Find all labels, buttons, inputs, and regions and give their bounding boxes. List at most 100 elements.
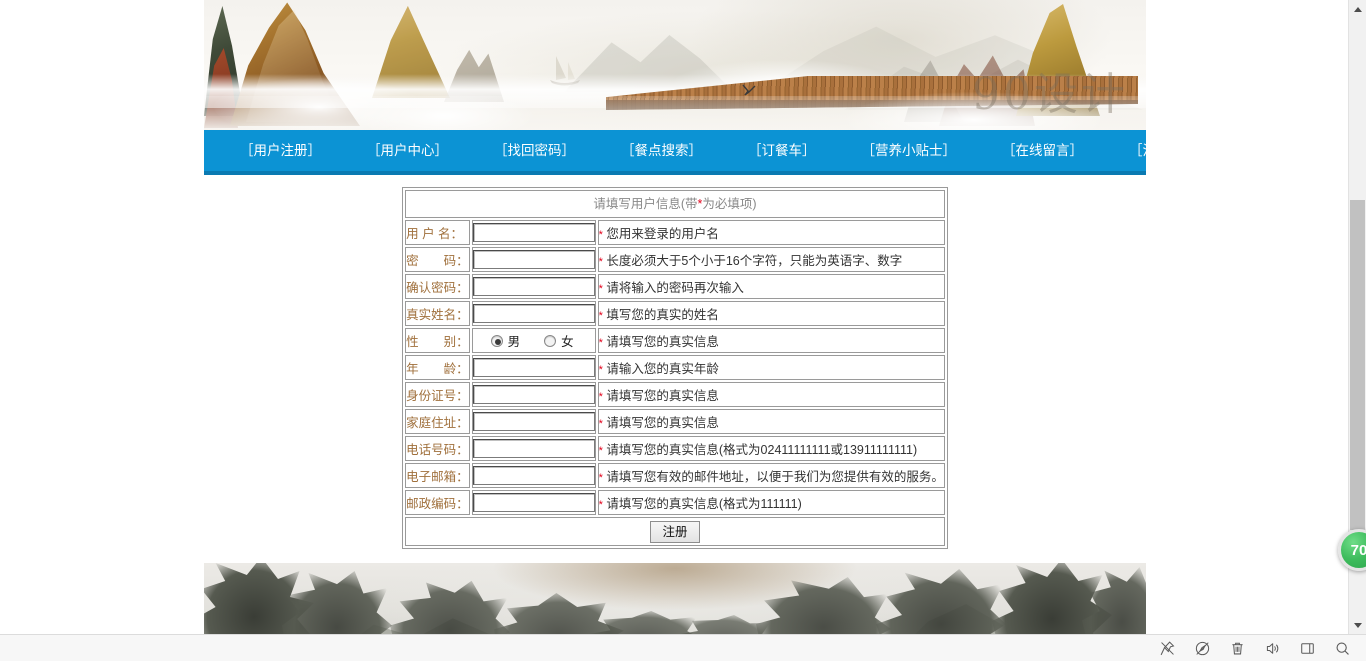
field-cell-password (471, 247, 596, 272)
hint-text: 请输入您的真实年龄 (606, 362, 719, 376)
banner-watermark: 90设计 (972, 69, 1128, 120)
scrollbar-thumb[interactable] (1350, 200, 1365, 530)
hint-text: 请填写您的真实信息(格式为111111) (606, 497, 802, 511)
form-row-age: 年 龄： * 请输入您的真实年龄 (405, 355, 945, 380)
system-taskbar (0, 634, 1366, 661)
table-header-row: 请填写用户信息(带*为必填项) (405, 190, 945, 218)
required-star: * (598, 391, 603, 403)
label-phone-number: 电话号码： (405, 436, 470, 461)
required-star: * (598, 256, 603, 268)
hint-email: * 请填写您有效的邮件地址，以便于我们为您提供有效的服务。 (597, 463, 945, 488)
home-address-input[interactable] (472, 412, 595, 431)
chevron-up-icon (1354, 6, 1362, 12)
gender-radio-group: 男女 (473, 330, 595, 351)
email-input[interactable] (472, 466, 595, 485)
form-row-email: 电子邮箱： * 请填写您有效的邮件地址，以便于我们为您提供有效的服务。 (405, 463, 945, 488)
gender-option-label: 女 (561, 335, 574, 349)
hint-text: 请填写您的真实信息 (606, 389, 719, 403)
hint-text: 您用来登录的用户名 (606, 227, 719, 241)
label-real-name: 真实姓名： (405, 301, 470, 326)
label-home-address: 家庭住址： (405, 409, 470, 434)
required-star: * (598, 283, 603, 295)
pin-icon[interactable] (1150, 635, 1185, 661)
footer-artwork (204, 563, 1146, 634)
label-password: 密 码： (405, 247, 470, 272)
gender-option-0[interactable]: 男 (490, 331, 521, 350)
nav-retrieve-password[interactable]: ［找回密码］ (471, 130, 598, 171)
hint-text: 长度必须大于5个小于16个字符，只能为英语字、数字 (606, 254, 903, 268)
hint-id-number: * 请填写您的真实信息 (597, 382, 945, 407)
form-row-id-number: 身份证号： * 请填写您的真实信息 (405, 382, 945, 407)
postal-code-input[interactable] (472, 493, 595, 512)
gender-option-1[interactable]: 女 (544, 331, 574, 350)
nav-user-center[interactable]: ［用户中心］ (344, 130, 471, 171)
gender-option-label: 男 (507, 335, 521, 349)
required-star: * (598, 364, 603, 376)
password-input[interactable] (472, 250, 595, 269)
screen: 90设计 ［首页］ ［用户注册］ ［用户中心］ ［找回密码］ ［餐点搜索］ ［订餐车］ ［营… (0, 0, 1366, 661)
bird-icon (742, 84, 756, 96)
hint-postal-code: * 请填写您的真实信息(格式为111111) (597, 490, 945, 515)
chevron-down-icon (1354, 622, 1362, 628)
main-navigation: ［首页］ ［用户注册］ ［用户中心］ ［找回密码］ ［餐点搜索］ ［订餐车］ ［营养小贴士］… (140, 130, 1210, 175)
age-input[interactable] (472, 358, 595, 377)
hint-text: 请填写您的真实信息 (606, 416, 719, 430)
username-input[interactable] (472, 223, 595, 242)
phone-number-input[interactable] (472, 439, 595, 458)
scroll-down-button[interactable] (1349, 616, 1366, 634)
field-cell-confirm-password (471, 274, 596, 299)
trash-icon[interactable] (1220, 635, 1255, 661)
hint-phone-number: * 请填写您的真实信息(格式为02411111111或13911111111) (597, 436, 945, 461)
field-cell-postal-code (471, 490, 596, 515)
hint-real-name: * 填写您的真实的姓名 (597, 301, 945, 326)
window-icon[interactable] (1290, 635, 1325, 661)
form-row-postal-code: 邮政编码： * 请填写您的真实信息(格式为111111) (405, 490, 945, 515)
search-icon[interactable] (1325, 635, 1360, 661)
form-row-home-address: 家庭住址： * 请填写您的真实信息 (405, 409, 945, 434)
form-row-gender: 性 别：男女 * 请填写您的真实信息 (405, 328, 945, 353)
label-postal-code: 邮政编码： (405, 490, 470, 515)
nav-message-board[interactable]: ［在线留言］ (979, 130, 1106, 171)
radio-selected-icon[interactable] (490, 334, 503, 347)
nav-logout[interactable]: ［注销退出］ (1106, 130, 1233, 171)
nav-meal-cart[interactable]: ［订餐车］ (725, 130, 839, 171)
registration-form-area: 请填写用户信息(带*为必填项) 用 户 名： * 您用来登录的用户名密 码： * 长… (204, 175, 1146, 563)
label-email: 电子邮箱： (405, 463, 470, 488)
hint-text: 请将输入的密码再次输入 (606, 281, 744, 295)
field-cell-real-name (471, 301, 596, 326)
nav-meal-search[interactable]: ［餐点搜索］ (598, 130, 725, 171)
field-cell-gender: 男女 (471, 328, 596, 353)
compass-icon[interactable] (1185, 635, 1220, 661)
label-gender: 性 别： (405, 328, 470, 353)
id-number-input[interactable] (472, 385, 595, 404)
form-title: 请填写用户信息(带*为必填项) (405, 190, 945, 218)
hint-text: 填写您的真实的姓名 (606, 308, 719, 322)
hint-confirm-password: * 请将输入的密码再次输入 (597, 274, 945, 299)
nav-home[interactable]: ［首页］ (117, 130, 217, 171)
floating-score-label: 70 (1350, 541, 1366, 559)
field-cell-home-address (471, 409, 596, 434)
field-cell-username (471, 220, 596, 245)
form-title-suffix: 为必填项) (702, 197, 757, 211)
label-id-number: 身份证号： (405, 382, 470, 407)
required-star: * (598, 472, 603, 484)
speaker-icon[interactable] (1255, 635, 1290, 661)
register-submit-button[interactable]: 注册 (650, 520, 700, 543)
browser-viewport: 90设计 ［首页］ ［用户注册］ ［用户中心］ ［找回密码］ ［餐点搜索］ ［订餐车］ ［营… (0, 0, 1348, 634)
submit-cell: 注册 (405, 517, 945, 546)
nav-items: ［首页］ ［用户注册］ ［用户中心］ ［找回密码］ ［餐点搜索］ ［订餐车］ ［营养小贴士］… (117, 130, 1233, 171)
real-name-input[interactable] (472, 304, 595, 323)
hint-home-address: * 请填写您的真实信息 (597, 409, 945, 434)
radio-unselected-icon[interactable] (544, 334, 557, 347)
field-cell-email (471, 463, 596, 488)
required-star: * (598, 499, 603, 511)
nav-register[interactable]: ［用户注册］ (217, 130, 344, 171)
scroll-up-button[interactable] (1349, 0, 1366, 18)
confirm-password-input[interactable] (472, 277, 595, 296)
form-title-prefix: 请填写用户信息(带 (593, 197, 698, 211)
label-username: 用 户 名： (405, 220, 470, 245)
registration-table: 请填写用户信息(带*为必填项) 用 户 名： * 您用来登录的用户名密 码： * 长… (402, 187, 948, 549)
hint-username: * 您用来登录的用户名 (597, 220, 945, 245)
nav-nutrition-tips[interactable]: ［营养小贴士］ (839, 130, 980, 171)
hint-age: * 请输入您的真实年龄 (597, 355, 945, 380)
